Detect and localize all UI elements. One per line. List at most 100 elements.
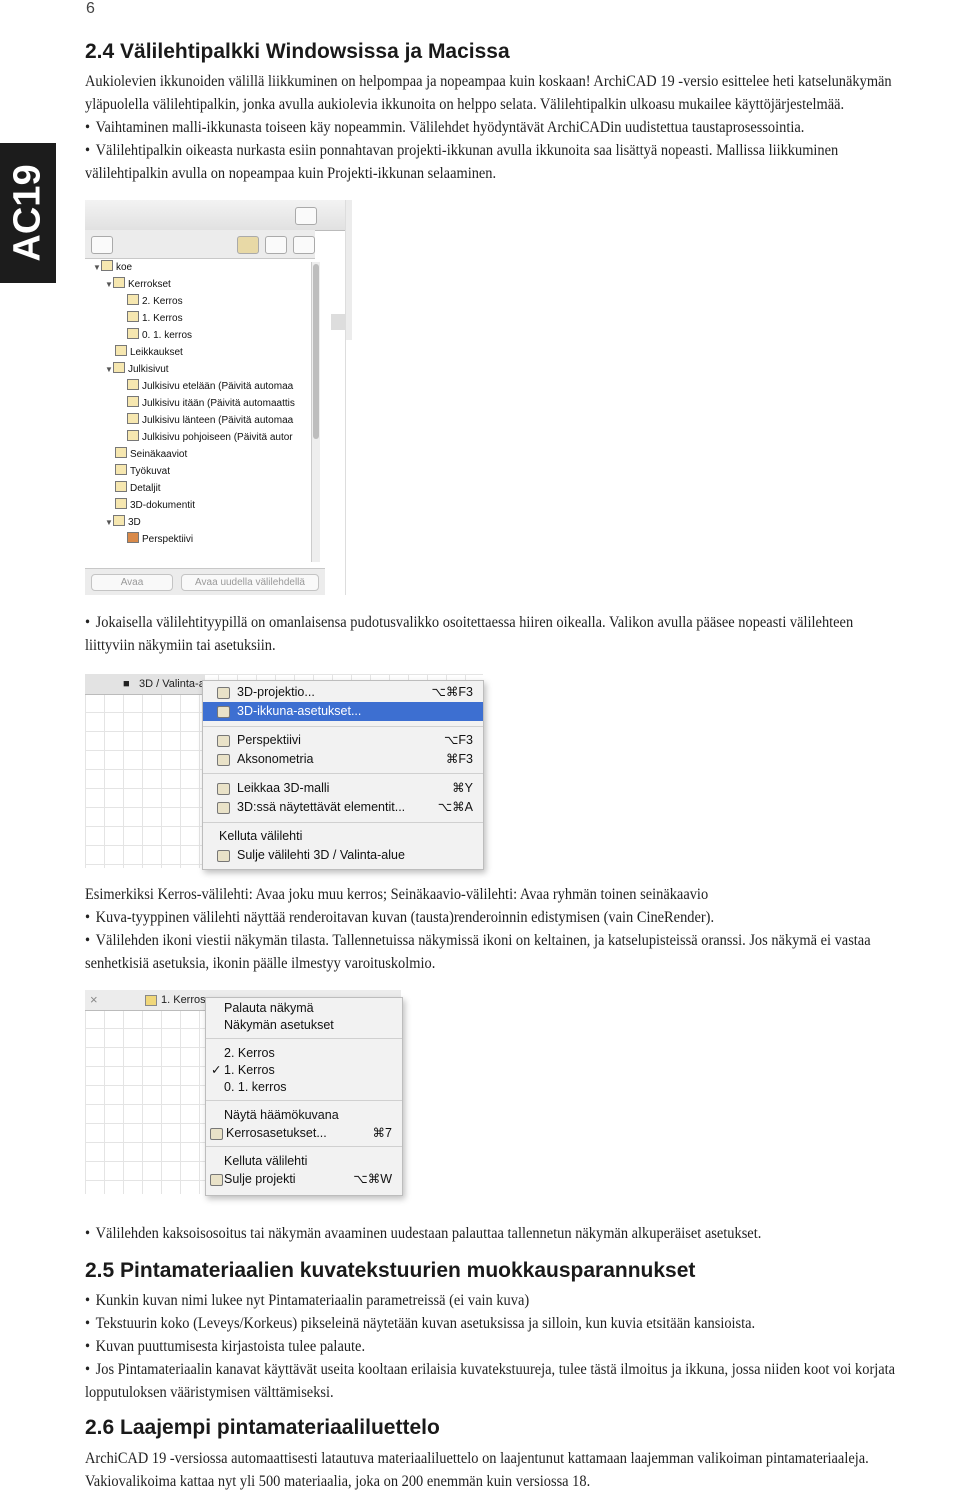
menu-item-floor-settings[interactable]: Kerrosasetukset... ⌘7 [206, 1124, 402, 1143]
menu-item-close-tab[interactable]: Sulje välilehti 3D / Valinta-alue [203, 846, 483, 865]
elevation-icon [127, 379, 139, 390]
folder-icon [101, 260, 113, 271]
floor-menu-screenshot: × 1. Kerros Palauta näkymä Näkymän asetu… [85, 990, 403, 1196]
floor-settings-icon [210, 1128, 223, 1140]
tree-item[interactable]: ▼ koe [93, 260, 132, 273]
settings-icon [217, 706, 230, 718]
camera-icon: ■ [123, 678, 130, 690]
intro-paragraph: Aukiolevien ikkunoiden välillä liikkumin… [85, 73, 892, 113]
camera-icon [127, 532, 139, 543]
tab-bar [85, 200, 345, 231]
floor-context-menu: Palauta näkymä Näkymän asetukset 2. Kerr… [205, 997, 403, 1196]
menu-item-float-tab[interactable]: Kelluta välilehti [206, 1152, 402, 1171]
tree-item[interactable]: Perspektiivi [127, 532, 193, 545]
menu-item-cut-3d-model[interactable]: Leikkaa 3D-malli ⌘Y [203, 779, 483, 798]
bullet-item: Vaihtaminen malli-ikkunasta toiseen käy … [85, 116, 903, 139]
side-tab-label: AC19 [6, 164, 49, 262]
navigator-icon[interactable] [91, 236, 113, 254]
floor-tab-label[interactable]: 1. Kerros [161, 990, 206, 1010]
bullet-3-block: Jokaisella välilehtityypillä on omanlais… [85, 611, 903, 657]
3d-document-icon [115, 498, 127, 509]
filter-icon [217, 802, 230, 814]
axonometry-icon [217, 754, 230, 766]
bullet-item: Kuva-tyyppinen välilehti näyttää rendero… [85, 906, 903, 929]
floor-icon [127, 328, 139, 339]
3d-context-menu: 3D-projektio... ⌥⌘F3 3D-ikkuna-asetukset.… [202, 680, 484, 870]
bullet-item: Välilehden kaksoisosoitus tai näkymän av… [85, 1222, 903, 1245]
example-paragraph: Esimerkiksi Kerros-välilehti: Avaa joku … [85, 886, 709, 903]
bullet-item: Välilehtipalkin oikeasta nurkasta esiin … [85, 139, 903, 185]
example-block: Esimerkiksi Kerros-välilehti: Avaa joku … [85, 883, 903, 975]
tree-button-bar: Avaa Avaa uudella välilehdellä [85, 568, 325, 595]
section-26-text: ArchiCAD 19 -versiossa automaattisesti l… [85, 1447, 903, 1493]
page-number: 6 [86, 0, 95, 17]
3d-menu-screenshot: ■ 3D / Valinta-a 3D-projektio... ⌥⌘F3 3D-… [85, 674, 484, 870]
tree-item[interactable]: Julkisivu pohjoiseen (Päivitä autor [127, 430, 293, 443]
view-map-icon[interactable] [265, 236, 287, 254]
menu-item-elements-in-3d[interactable]: 3D:ssä näytettävät elementit... ⌥⌘A [203, 798, 483, 817]
3d-tab[interactable]: ■ 3D / Valinta-a [85, 674, 205, 695]
menu-item-3d-window-settings[interactable]: 3D-ikkuna-asetukset... [203, 702, 483, 721]
section-25-text: Kunkin kuvan nimi lukee nyt Pintamateria… [85, 1289, 903, 1404]
tree-item[interactable]: 2. Kerros [127, 294, 183, 307]
open-button[interactable]: Avaa [91, 574, 173, 591]
detail-icon [115, 481, 127, 492]
tree-item[interactable]: 3D-dokumentit [115, 498, 195, 511]
cut-icon [217, 783, 230, 795]
section-24-title: 2.4 Välilehtipalkki Windowsissa ja Macis… [85, 40, 510, 63]
floor-icon [127, 294, 139, 305]
bullet-item: Kunkin kuvan nimi lukee nyt Pintamateria… [85, 1289, 903, 1312]
layout-book-icon[interactable] [293, 236, 315, 254]
tree-item[interactable]: 0. 1. kerros [127, 328, 192, 341]
worksheet-icon [115, 464, 127, 475]
tree-item[interactable]: Julkisivu itään (Päivitä automaattis [127, 396, 295, 409]
background-window-block [331, 314, 345, 330]
menu-item-view-settings[interactable]: Näkymän asetukset [206, 1016, 402, 1035]
elevation-icon [113, 362, 125, 373]
menu-item-close-project[interactable]: Sulje projekti ⌥⌘W [206, 1170, 402, 1189]
menu-item-floor-0[interactable]: 0. 1. kerros [206, 1078, 402, 1097]
tree-item[interactable]: Detaljit [115, 481, 161, 494]
bullet-item: Jokaisella välilehtityypillä on omanlais… [85, 611, 903, 657]
elevation-icon [127, 430, 139, 441]
tree-item[interactable]: Työkuvat [115, 464, 170, 477]
menu-item-axonometry[interactable]: Aksonometria ⌘F3 [203, 750, 483, 769]
projection-icon [217, 687, 230, 699]
elevation-icon [127, 413, 139, 424]
tree-view: ▼ koe ▼ Kerrokset 2. Kerros 1. Kerros 0. 1… [89, 260, 307, 560]
tree-item[interactable]: Julkisivu etelään (Päivitä automaa [127, 379, 293, 392]
tree-item[interactable]: Leikkaukset [115, 345, 183, 358]
menu-item-float-tab[interactable]: Kelluta välilehti [203, 827, 483, 846]
folder-icon [113, 277, 125, 288]
project-tree-screenshot: ▼ koe ▼ Kerrokset 2. Kerros 1. Kerros 0. 1… [85, 200, 346, 595]
project-popup-icon[interactable] [295, 207, 317, 225]
tree-item[interactable]: ▼ Julkisivut [105, 362, 169, 375]
elevation-icon [127, 396, 139, 407]
section-icon [115, 345, 127, 356]
section-25-title: 2.5 Pintamateriaalien kuvatekstuurien mu… [85, 1259, 696, 1282]
section-26-paragraph: ArchiCAD 19 -versiossa automaattisesti l… [85, 1450, 869, 1490]
section-26-title: 2.6 Laajempi pintamateriaaliluettelo [85, 1416, 440, 1439]
open-new-tab-button[interactable]: Avaa uudella välilehdellä [181, 574, 319, 591]
tree-item[interactable]: ▼ 3D [105, 515, 141, 528]
side-tab: AC19 [0, 143, 56, 283]
tree-item[interactable]: Seinäkaaviot [115, 447, 187, 460]
close-icon[interactable]: × [90, 990, 98, 1010]
menu-item-perspective[interactable]: Perspektiivi ⌥F3 [203, 731, 483, 750]
bullet-item: Jos Pintamateriaalin kanavat käyttävät u… [85, 1358, 903, 1404]
menu-item-show-trace[interactable]: Näytä häämökuvana [206, 1106, 402, 1125]
bullet-item: Välilehden ikoni viestii näkymän tilasta… [85, 929, 903, 975]
tree-item[interactable]: Julkisivu länteen (Päivitä automaa [127, 413, 293, 426]
project-map-icon[interactable] [237, 236, 259, 254]
section-24-text: Aukiolevien ikkunoiden välillä liikkumin… [85, 70, 903, 185]
bullet-item: Kuvan puuttumisesta kirjastoista tulee p… [85, 1335, 903, 1358]
tree-scrollbar[interactable] [311, 262, 320, 562]
tree-item[interactable]: ▼ Kerrokset [105, 277, 171, 290]
menu-item-3d-projection[interactable]: 3D-projektio... ⌥⌘F3 [203, 683, 483, 702]
background-window-edge [346, 200, 352, 340]
close-icon [217, 850, 230, 862]
close-project-icon [210, 1174, 223, 1186]
tree-item[interactable]: 1. Kerros [127, 311, 183, 324]
3d-icon [113, 515, 125, 526]
floor-icon [127, 311, 139, 322]
